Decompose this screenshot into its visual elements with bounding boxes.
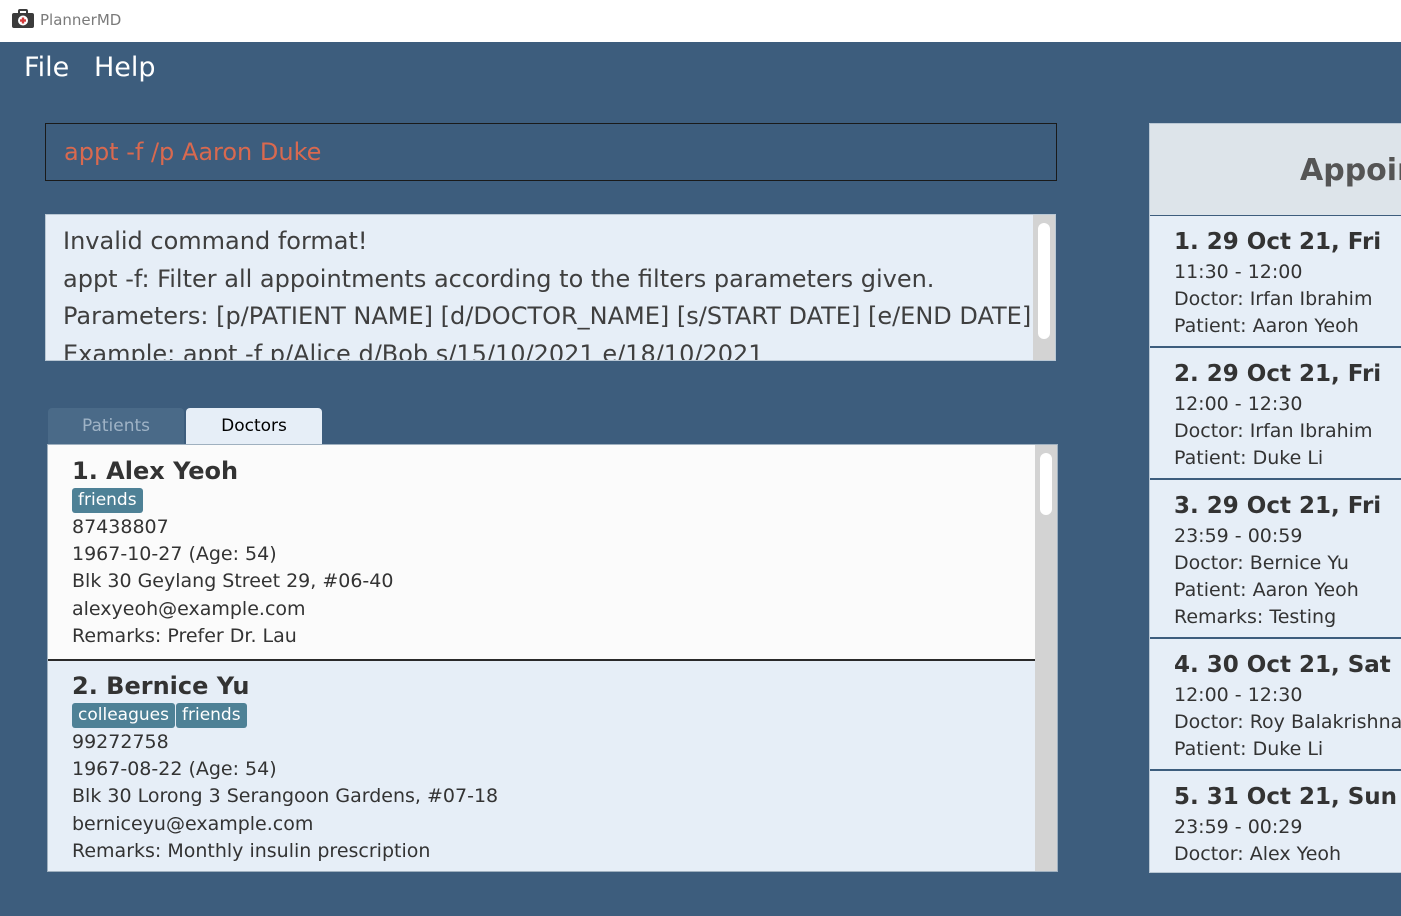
menu-bar: File Help [0,42,1401,94]
appointment-date: 2. 29 Oct 21, Fri [1174,361,1382,387]
doctor-list: 1. Alex Yeoh friends 87438807 1967-10-27… [47,444,1058,872]
person-phone: 87438807 [72,516,169,538]
person-remarks: Remarks: Monthly insulin prescription [72,840,431,862]
tag-badge: colleagues [72,703,175,728]
appointment-doctor: Doctor: Bernice Yu [1174,552,1349,574]
person-phone: 99272758 [72,731,169,753]
appointment-item[interactable]: 4. 30 Oct 21, Sat 12:00 - 12:30 Doctor: … [1150,639,1401,771]
appointment-time: 12:00 - 12:30 [1174,684,1303,706]
appointment-date: 4. 30 Oct 21, Sat [1174,652,1391,678]
appointment-doctor: Doctor: Roy Balakrishnan [1174,711,1401,733]
command-input-text: appt -f /p Aaron Duke [64,138,322,166]
appointment-item[interactable]: 1. 29 Oct 21, Fri 11:30 - 12:00 Doctor: … [1150,215,1401,348]
result-scrollbar[interactable] [1033,215,1055,360]
tab-patients[interactable]: Patients [48,408,184,444]
appointment-time: 12:00 - 12:30 [1174,393,1303,415]
tag-badge: friends [72,488,143,513]
result-scrollbar-thumb[interactable] [1038,223,1050,339]
person-email: alexyeoh@example.com [72,598,306,620]
list-item[interactable]: 1. Alex Yeoh friends 87438807 1967-10-27… [48,445,1035,661]
appointment-time: 11:30 - 12:00 [1174,261,1303,283]
appointment-patient: Patient: Duke Li [1174,447,1324,469]
appointment-patient: Patient: Aaron Yeoh [1174,315,1359,337]
appointment-patient: Patient: Duke Li [1174,738,1324,760]
appointment-item[interactable]: 2. 29 Oct 21, Fri 12:00 - 12:30 Doctor: … [1150,348,1401,480]
result-line: Parameters: [p/PATIENT NAME] [d/DOCTOR_N… [63,302,1032,330]
person-remarks: Remarks: Prefer Dr. Lau [72,625,297,647]
appointment-item[interactable]: 3. 29 Oct 21, Fri 23:59 - 00:59 Doctor: … [1150,480,1401,639]
person-dob: 1967-08-22 (Age: 54) [72,758,277,780]
tab-doctors[interactable]: Doctors [186,408,322,444]
appointment-doctor: Doctor: Alex Yeoh [1174,843,1342,865]
person-name: 2. Bernice Yu [72,672,250,700]
window-titlebar: PlannerMD [0,0,1401,42]
appointment-header: Appointments [1150,124,1401,216]
person-name: 1. Alex Yeoh [72,457,239,485]
result-line: Example: appt -f p/Alice d/Bob s/15/10/2… [63,340,764,361]
appointment-date: 1. 29 Oct 21, Fri [1174,229,1382,255]
result-display: Invalid command format! appt -f: Filter … [45,214,1056,361]
appointment-item[interactable]: 5. 31 Oct 21, Sun 23:59 - 00:29 Doctor: … [1150,771,1401,872]
appointment-time: 23:59 - 00:59 [1174,525,1303,547]
appointment-patient: Patient: Aaron Yeoh [1174,579,1359,601]
person-address: Blk 30 Lorong 3 Serangoon Gardens, #07-1… [72,785,499,807]
appointment-doctor: Doctor: Irfan Ibrahim [1174,420,1373,442]
command-input[interactable]: appt -f /p Aaron Duke [45,123,1057,181]
window-title: PlannerMD [40,11,122,29]
tag-badge: friends [176,703,247,728]
menu-file[interactable]: File [24,52,69,83]
list-scrollbar-thumb[interactable] [1040,453,1052,515]
medical-kit-icon [12,9,34,28]
person-address: Blk 30 Geylang Street 29, #06-40 [72,570,394,592]
appointment-title: Appointments [1300,153,1401,188]
appointment-remarks: Remarks: Testing [1174,606,1337,628]
list-scrollbar[interactable] [1035,445,1057,871]
appointment-date: 5. 31 Oct 21, Sun [1174,784,1398,810]
person-email: berniceyu@example.com [72,813,314,835]
menu-help[interactable]: Help [94,52,156,83]
appointment-date: 3. 29 Oct 21, Fri [1174,493,1382,519]
appointment-doctor: Doctor: Irfan Ibrahim [1174,288,1373,310]
appointment-panel: Appointments 1. 29 Oct 21, Fri 11:30 - 1… [1149,123,1401,873]
list-item[interactable]: 2. Bernice Yu colleagues friends 9927275… [48,661,1035,871]
appointment-time: 23:59 - 00:29 [1174,816,1303,838]
result-line: appt -f: Filter all appointments accordi… [63,265,935,293]
person-dob: 1967-10-27 (Age: 54) [72,543,277,565]
result-line: Invalid command format! [63,227,368,255]
